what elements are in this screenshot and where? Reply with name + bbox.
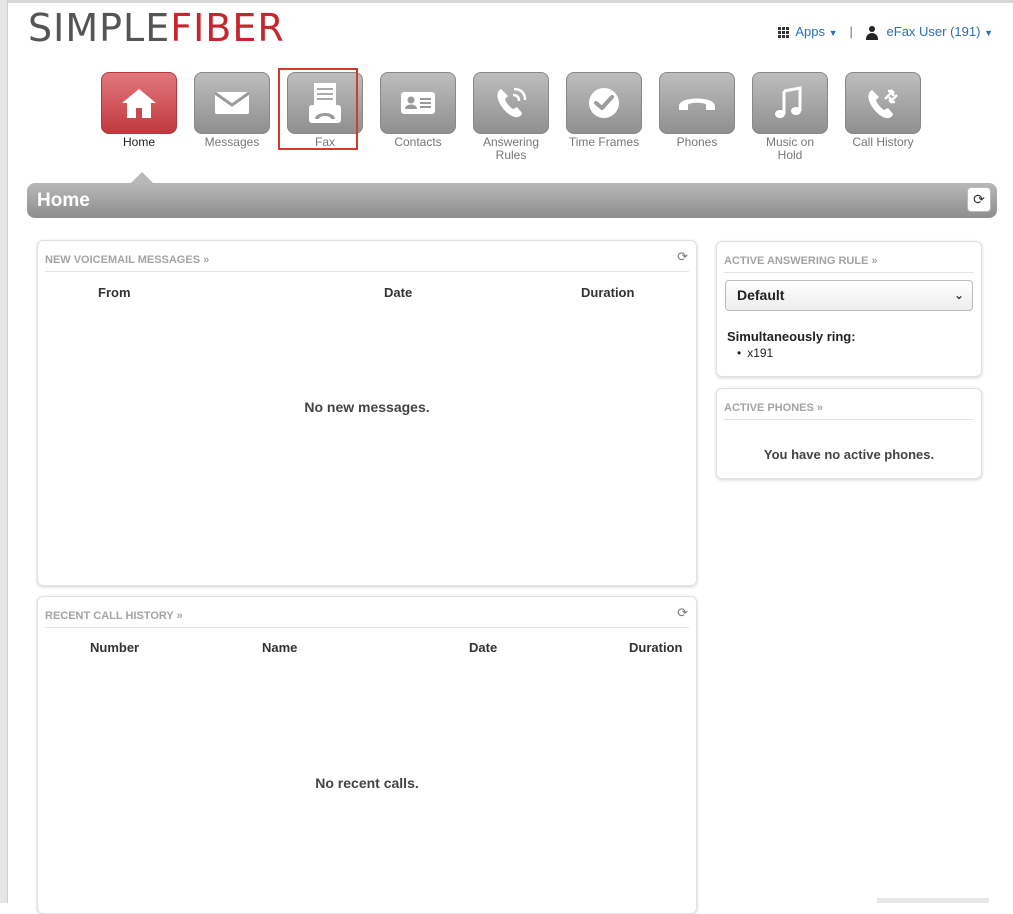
window-left-edge — [0, 0, 8, 903]
fax-icon — [309, 83, 341, 123]
caret-down-icon: ▼ — [828, 28, 838, 39]
nav-tile-home — [101, 72, 177, 134]
active-tab-pointer — [131, 172, 153, 183]
call-history-panel: RECENT CALL HISTORY » ⟳ Number Name Date… — [37, 596, 697, 914]
contact-card-icon — [401, 92, 435, 114]
answering-rule-panel: ACTIVE ANSWERING RULE » Default ⌄ Simult… — [716, 241, 982, 377]
user-menu[interactable]: eFax User (191) ▼ — [865, 24, 993, 40]
nav-label-music-on-hold: Music on Hold — [765, 135, 815, 162]
nav-item-answering-rules[interactable]: Answering Rules — [473, 72, 549, 162]
voicemail-panel: NEW VOICEMAIL MESSAGES » ⟳ From Date Dur… — [37, 240, 697, 586]
home-icon — [122, 89, 156, 118]
refresh-icon: ⟳ — [973, 191, 985, 207]
call-history-col-number[interactable]: Number — [90, 640, 139, 655]
active-phones-panel-heading[interactable]: ACTIVE PHONES » — [724, 397, 974, 420]
apps-menu-label: Apps — [795, 24, 825, 40]
nav-label-call-history: Call History — [852, 135, 914, 149]
voicemail-panel-heading[interactable]: NEW VOICEMAIL MESSAGES » — [45, 249, 689, 272]
phone-arrows-icon — [868, 89, 898, 119]
brand-logo[interactable]: SIMPLEFIBER — [28, 4, 285, 53]
nav-item-time-frames[interactable]: Time Frames — [566, 72, 642, 162]
nav-label-home: Home — [122, 135, 155, 149]
envelope-icon — [214, 91, 250, 114]
call-history-col-name[interactable]: Name — [262, 640, 297, 655]
nav-label-time-frames: Time Frames — [568, 135, 640, 149]
brand-logo-part1: SIMPLE — [28, 6, 171, 50]
music-note-icon — [775, 86, 802, 118]
refresh-icon: ⟳ — [677, 605, 688, 620]
nav-tile-phones — [659, 72, 735, 134]
call-history-refresh-button[interactable]: ⟳ — [677, 605, 688, 621]
nav-tile-messages — [194, 72, 270, 134]
nav-tile-contacts — [380, 72, 456, 134]
active-phones-panel: ACTIVE PHONES » You have no active phone… — [716, 388, 982, 479]
voicemail-empty-message: No new messages. — [304, 399, 430, 415]
nav-tile-answering-rules — [473, 72, 549, 134]
nav-item-messages[interactable]: Messages — [194, 72, 270, 162]
call-history-col-date[interactable]: Date — [469, 640, 497, 655]
nav-tile-music-on-hold — [752, 72, 828, 134]
user-bar: Apps ▼ | eFax User (191) ▼ — [778, 24, 993, 40]
nav-item-phones[interactable]: Phones — [659, 72, 735, 162]
call-history-panel-heading[interactable]: RECENT CALL HISTORY » — [45, 605, 689, 628]
nav-tile-fax — [287, 72, 363, 134]
user-icon — [865, 25, 879, 40]
voicemail-col-from[interactable]: From — [98, 285, 131, 300]
page-refresh-button[interactable]: ⟳ — [967, 187, 991, 212]
phone-ringing-icon — [497, 87, 527, 118]
page-title-bar: Home ⟳ — [27, 183, 997, 218]
simultaneous-ring-item: x191 — [737, 346, 773, 360]
answering-rule-panel-heading[interactable]: ACTIVE ANSWERING RULE » — [724, 250, 974, 273]
voicemail-col-date[interactable]: Date — [384, 285, 412, 300]
bottom-edge-strip — [877, 898, 989, 903]
answering-rule-selected-value: Default — [737, 287, 785, 303]
nav-item-contacts[interactable]: Contacts — [380, 72, 456, 162]
brand-logo-part2: FIBER — [170, 6, 285, 50]
nav-label-phones: Phones — [676, 135, 718, 149]
handset-icon — [679, 98, 715, 110]
nav-item-home[interactable]: Home — [101, 72, 177, 162]
voicemail-refresh-button[interactable]: ⟳ — [677, 249, 688, 265]
nav-tile-time-frames — [566, 72, 642, 134]
nav-label-messages: Messages — [204, 135, 260, 149]
refresh-icon: ⟳ — [677, 249, 688, 264]
active-phones-empty-message: You have no active phones. — [763, 447, 935, 462]
nav-label-answering-rules: Answering Rules — [482, 135, 540, 162]
nav-item-music-on-hold[interactable]: Music on Hold — [752, 72, 828, 162]
clock-check-icon — [589, 88, 619, 118]
caret-down-icon: ▼ — [984, 28, 993, 38]
user-menu-label: eFax User (191) — [886, 24, 981, 39]
nav-tile-call-history — [845, 72, 921, 134]
userbar-separator: | — [849, 24, 853, 40]
chevron-down-icon: ⌄ — [953, 288, 964, 302]
window-top-edge — [0, 0, 1013, 3]
simultaneous-ring-label: Simultaneously ring: — [727, 329, 856, 344]
nav-item-call-history[interactable]: Call History — [845, 72, 921, 162]
call-history-col-duration[interactable]: Duration — [629, 640, 682, 655]
page-title: Home — [37, 190, 90, 211]
main-nav: Home Messages Fax Contacts Answering Rul… — [101, 68, 938, 162]
grid-icon — [778, 27, 790, 39]
voicemail-col-duration[interactable]: Duration — [581, 285, 634, 300]
answering-rule-select[interactable]: Default ⌄ — [725, 280, 973, 311]
nav-label-fax: Fax — [314, 135, 335, 149]
call-history-empty-message: No recent calls. — [315, 775, 419, 791]
apps-menu[interactable]: Apps ▼ — [778, 24, 838, 40]
nav-item-fax[interactable]: Fax — [278, 68, 363, 162]
nav-label-contacts: Contacts — [394, 135, 442, 149]
